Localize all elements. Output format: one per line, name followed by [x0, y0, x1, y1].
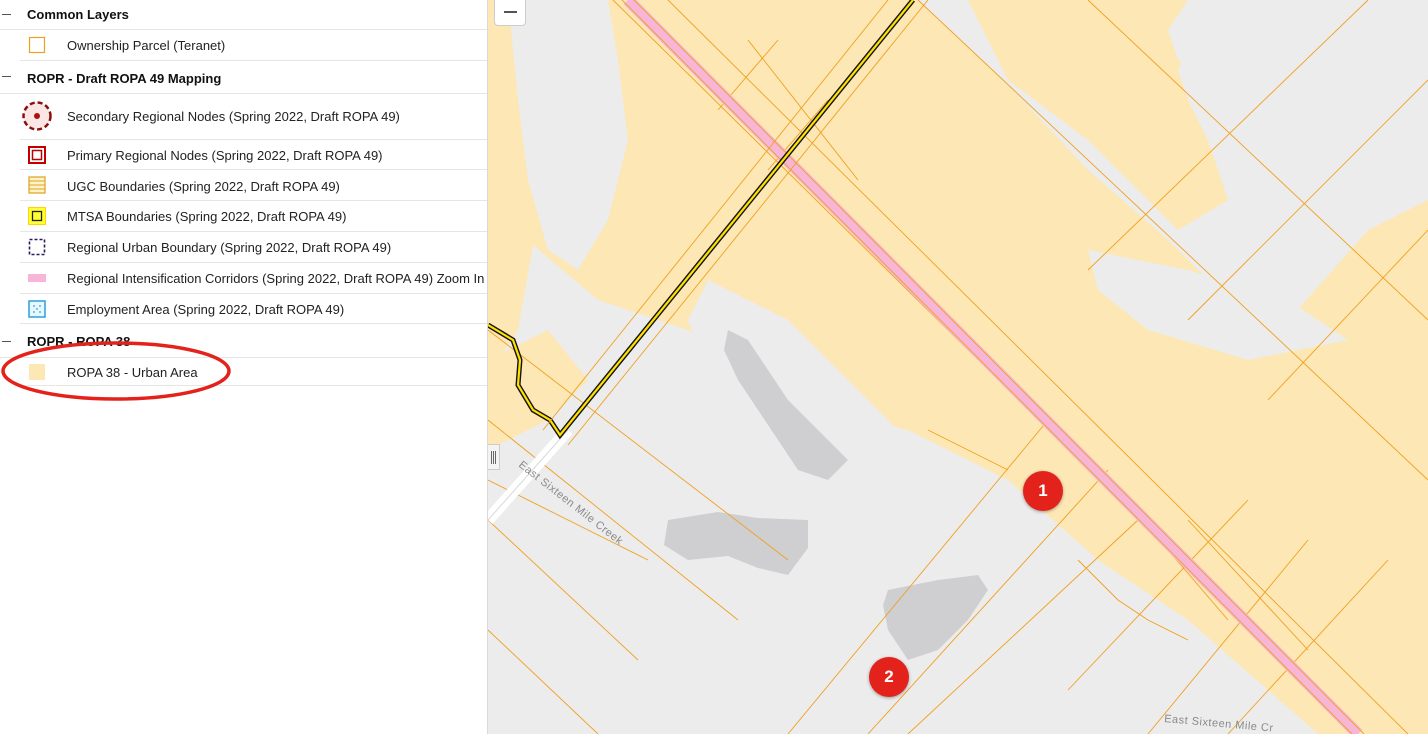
legend-item-ropa-38-urban-area[interactable]: ROPA 38 - Urban Area [20, 358, 487, 386]
grip-icon [491, 451, 492, 464]
legend-item-label: ROPA 38 - Urban Area [67, 365, 198, 380]
legend-item-label: MTSA Boundaries (Spring 2022, Draft ROPA… [67, 209, 347, 224]
group-ropa-38[interactable]: ROPR - ROPA 38 [0, 325, 487, 358]
group-title: ROPR - Draft ROPA 49 Mapping [27, 71, 222, 86]
legend-item-label: Ownership Parcel (Teranet) [67, 38, 226, 53]
legend-item-label: Employment Area (Spring 2022, Draft ROPA… [67, 302, 345, 317]
group-draft-ropa-49[interactable]: ROPR - Draft ROPA 49 Mapping [0, 62, 487, 94]
panel-resize-handle[interactable] [488, 444, 500, 470]
employment-area-symbol-icon [28, 300, 46, 318]
ugc-boundary-symbol-icon [28, 176, 46, 194]
legend-item-employment-area[interactable]: Employment Area (Spring 2022, Draft ROPA… [20, 294, 487, 324]
legend-item-secondary-nodes[interactable]: Secondary Regional Nodes (Spring 2022, D… [20, 94, 487, 140]
legend-item-primary-nodes[interactable]: Primary Regional Nodes (Spring 2022, Dra… [20, 140, 487, 170]
legend-item-label: UGC Boundaries (Spring 2022, Draft ROPA … [67, 179, 340, 194]
group-title: Common Layers [27, 7, 129, 22]
urban-boundary-symbol-icon [28, 238, 46, 256]
map-marker[interactable]: 1 [1023, 471, 1063, 511]
legend-item-label: Regional Intensification Corridors (Spri… [67, 271, 485, 286]
legend-item-label: Regional Urban Boundary (Spring 2022, Dr… [67, 240, 392, 255]
urban-area-symbol-icon [29, 364, 45, 380]
legend-panel: Common Layers Ownership Parcel (Teranet)… [0, 0, 488, 734]
map-canvas[interactable]: East Sixteen Mile Creek East Sixteen Mil… [488, 0, 1428, 734]
collapse-icon[interactable] [2, 341, 11, 342]
legend-item-urban-boundary[interactable]: Regional Urban Boundary (Spring 2022, Dr… [20, 232, 487, 263]
map-view[interactable]: East Sixteen Mile Creek East Sixteen Mil… [488, 0, 1428, 734]
ownership-parcel-symbol-icon [28, 36, 46, 54]
zoom-out-button[interactable] [494, 0, 526, 26]
legend-item-label: Primary Regional Nodes (Spring 2022, Dra… [67, 148, 383, 163]
legend-item-label: Secondary Regional Nodes (Spring 2022, D… [67, 109, 400, 124]
legend-item-mtsa-boundaries[interactable]: MTSA Boundaries (Spring 2022, Draft ROPA… [20, 201, 487, 232]
secondary-node-symbol-icon [22, 101, 52, 131]
collapse-icon[interactable] [2, 14, 11, 15]
primary-node-symbol-icon [28, 146, 46, 164]
corridor-symbol-icon [28, 274, 46, 282]
mtsa-boundary-symbol-icon [28, 207, 46, 225]
legend-item-intensification-corridors[interactable]: Regional Intensification Corridors (Spri… [20, 263, 487, 294]
map-marker[interactable]: 2 [869, 657, 909, 697]
group-common-layers[interactable]: Common Layers [0, 0, 487, 30]
group-title: ROPR - ROPA 38 [27, 334, 131, 349]
legend-item-ownership-parcel[interactable]: Ownership Parcel (Teranet) [20, 30, 487, 61]
legend-item-ugc-boundaries[interactable]: UGC Boundaries (Spring 2022, Draft ROPA … [20, 170, 487, 201]
collapse-icon[interactable] [2, 76, 11, 77]
